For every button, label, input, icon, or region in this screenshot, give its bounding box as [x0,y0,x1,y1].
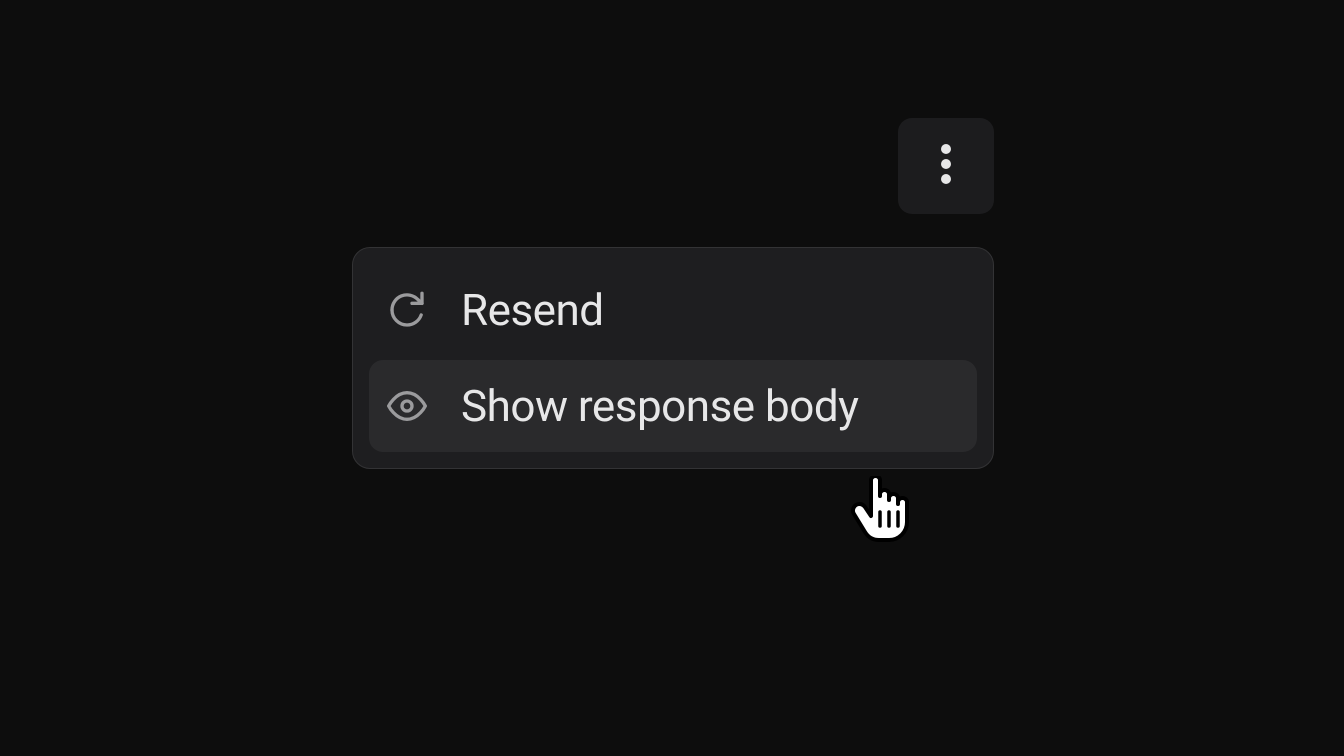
menu-item-label: Show response body [461,380,858,432]
refresh-icon [387,290,427,330]
menu-item-label: Resend [461,284,604,336]
menu-item-resend[interactable]: Resend [369,264,977,356]
cursor-hand-icon [849,476,911,542]
menu-item-show-response-body[interactable]: Show response body [369,360,977,452]
more-options-button[interactable] [898,118,994,214]
dropdown-menu: Resend Show response body [352,247,994,469]
more-vertical-icon [940,143,952,189]
eye-icon [387,386,427,426]
